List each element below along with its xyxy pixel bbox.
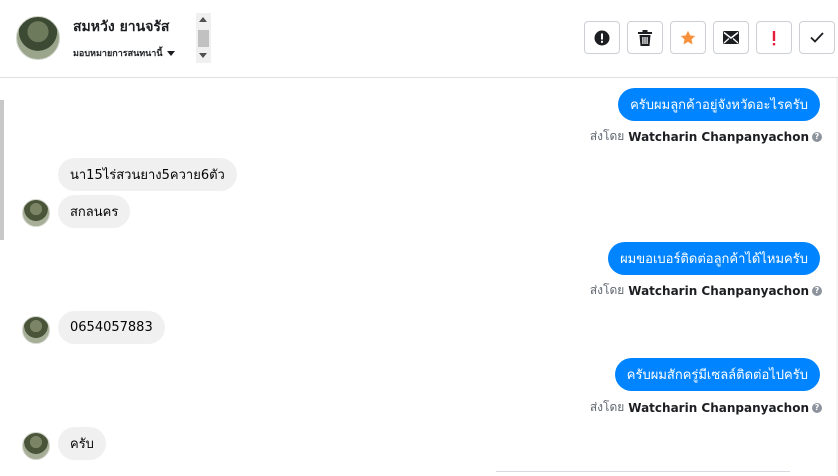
outgoing-message-bubble[interactable]: ครับผมลูกค้าอยู่จังหวัดอะไรครับ <box>618 88 820 121</box>
conversation-header: สมหวัง ยานจรัส มอบหมายการสนทนานี้ <box>0 0 838 78</box>
help-icon[interactable]: ? <box>812 285 822 296</box>
sent-by-prefix: ส่งโดย <box>589 400 625 414</box>
contact-avatar-small[interactable] <box>22 432 50 460</box>
scroll-up-arrow-icon[interactable] <box>199 17 207 22</box>
incoming-message-bubble[interactable]: สกลนคร <box>58 195 131 228</box>
outgoing-message-bubble[interactable]: ผมขอเบอร์ติดต่อลูกค้าได้ไหมครับ <box>608 242 820 275</box>
incoming-message-bubble[interactable]: ครับ <box>58 427 106 460</box>
assign-label: มอบหมายการสนทนานี้ <box>73 49 163 59</box>
check-icon <box>810 32 824 43</box>
trash-icon <box>638 29 652 46</box>
sender-name[interactable]: Watcharin Chanpanyachon <box>628 130 809 144</box>
help-icon[interactable]: ? <box>812 402 822 413</box>
help-icon[interactable]: ? <box>812 131 822 142</box>
incoming-message-bubble[interactable]: 0654057883 <box>58 311 165 344</box>
caret-down-icon <box>166 51 175 56</box>
follow-up-button[interactable] <box>756 21 792 54</box>
mark-spam-button[interactable] <box>584 21 620 54</box>
sent-by-prefix: ส่งโดย <box>589 283 625 297</box>
alert-circle-icon <box>594 30 610 45</box>
star-icon <box>680 30 696 44</box>
outgoing-message-bubble[interactable]: ครับผมสักครู่มีเซลล์ติดต่อไปครับ <box>614 358 820 391</box>
sent-by-prefix: ส่งโดย <box>589 129 625 143</box>
sent-by-label: ส่งโดย Watcharin Chanpanyachon ? <box>590 398 822 417</box>
mark-unread-button[interactable] <box>713 21 749 54</box>
contact-avatar-small[interactable] <box>22 316 50 344</box>
contact-avatar-small[interactable] <box>22 199 50 227</box>
contact-name[interactable]: สมหวัง ยานจรัส <box>73 16 169 38</box>
envelope-icon <box>723 31 739 44</box>
contact-avatar[interactable] <box>16 16 60 60</box>
sent-by-label: ส่งโดย Watcharin Chanpanyachon ? <box>590 127 822 146</box>
conversation-list-scrollbar[interactable] <box>0 100 4 240</box>
star-button[interactable] <box>670 21 706 54</box>
assign-conversation-dropdown[interactable]: มอบหมายการสนทนานี้ <box>73 46 175 60</box>
sent-by-label: ส่งโดย Watcharin Chanpanyachon ? <box>590 281 822 300</box>
scrollbar-thumb[interactable] <box>198 30 209 47</box>
header-scrollbar[interactable] <box>196 13 211 63</box>
incoming-message-bubble[interactable]: นา15ไร่สวนยาง5ควาย6ตัว <box>58 158 237 191</box>
composer-edge <box>496 471 790 476</box>
delete-button[interactable] <box>627 21 663 54</box>
sender-name[interactable]: Watcharin Chanpanyachon <box>628 284 809 298</box>
exclamation-icon <box>772 30 776 45</box>
mark-done-button[interactable] <box>799 21 835 54</box>
scroll-down-arrow-icon[interactable] <box>199 53 207 58</box>
sender-name[interactable]: Watcharin Chanpanyachon <box>628 401 809 415</box>
